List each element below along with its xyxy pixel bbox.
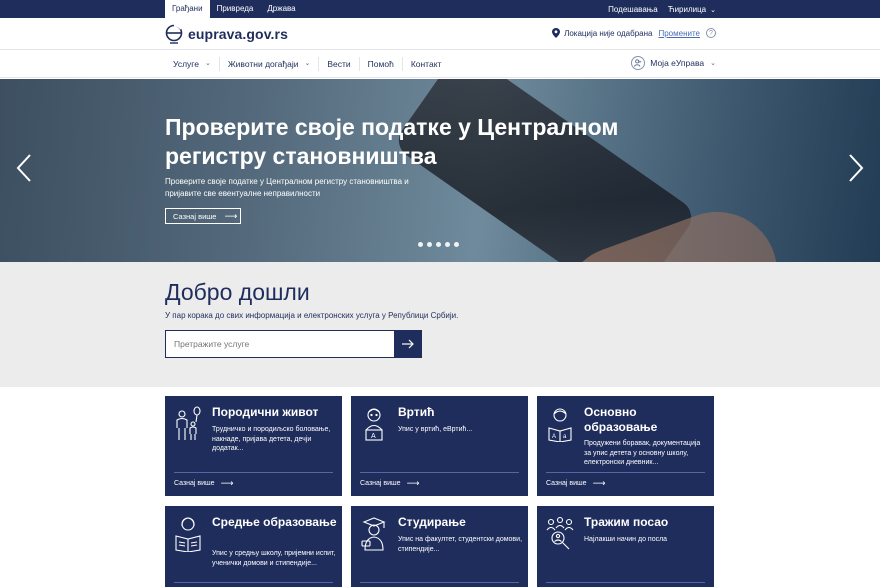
script-label: Ћирилица: [667, 4, 707, 14]
card-title: Средње образовање: [212, 515, 337, 529]
nav-item-contact[interactable]: Контакт: [403, 57, 450, 71]
card-divider: [174, 472, 333, 473]
carousel-dot[interactable]: [454, 242, 459, 247]
script-selector[interactable]: Ћирилица ⌄: [668, 5, 716, 14]
main-nav: Услуге ⌄ Животни догађаји ⌄ Вести Помоћ Ко…: [0, 50, 880, 78]
location-box: Локација није одабрана Промените ?: [552, 28, 716, 38]
carousel-prev-arrow-icon[interactable]: [14, 153, 34, 183]
card-family-life[interactable]: Породични живот Трудничко и породиљско б…: [165, 396, 342, 496]
chevron-down-icon: ⌄: [304, 60, 311, 67]
settings-link[interactable]: Подешавања: [608, 5, 658, 14]
nav-item-services[interactable]: Услуге ⌄: [165, 57, 220, 71]
location-text: Локација није одабрана: [564, 28, 653, 38]
hero-title: Проверите своје податке у Централном рег…: [165, 114, 619, 169]
card-divider: [174, 582, 333, 583]
card-title: Основно образовање: [584, 405, 658, 434]
link-label: Сазнај више: [174, 480, 215, 487]
nav-item-label: Контакт: [410, 59, 442, 69]
hero-learn-more-button[interactable]: Сазнај више ⟶: [165, 208, 241, 224]
card-kindergarten[interactable]: A Вртић Упис у вртић, еВртић... Сазнај в…: [351, 396, 528, 496]
welcome-subtitle: У пар корака до свих информација и елект…: [165, 311, 459, 320]
svg-text:A: A: [371, 433, 376, 440]
logo-text: euprava.gov.rs: [188, 26, 288, 42]
carousel-next-arrow-icon[interactable]: [846, 153, 866, 183]
job-search-icon: [546, 516, 574, 550]
card-university[interactable]: Студирање Упис на факултет, студентски д…: [351, 506, 528, 587]
nav-item-label: Помоћ: [367, 59, 394, 69]
account-label: Моја еУправа: [650, 58, 705, 68]
card-description: Упис у средњу школу, пријемни испит, уче…: [212, 550, 336, 567]
euprava-logo-icon: [165, 24, 183, 44]
card-divider: [360, 472, 519, 473]
site-header: euprava.gov.rs Локација није одабрана Пр…: [0, 18, 880, 50]
card-learn-more-link[interactable]: Сазнај више ⟶: [174, 478, 233, 489]
chevron-down-icon: ⌄: [710, 6, 716, 14]
nav-item-help[interactable]: Помоћ: [360, 57, 403, 71]
arrow-right-icon: ⟶: [592, 478, 606, 488]
tab-business[interactable]: Привреда: [210, 0, 261, 18]
card-primary-education[interactable]: Aa Основно образовање Продужени боравак,…: [537, 396, 714, 496]
carousel-dot[interactable]: [418, 242, 423, 247]
family-icon: [176, 406, 201, 440]
welcome-section: Добро дошли У пар корака до свих информа…: [0, 262, 880, 387]
kindergarten-icon: A: [365, 408, 383, 441]
carousel-dot[interactable]: [436, 242, 441, 247]
arrow-right-icon: ⟶: [406, 478, 420, 488]
arrow-right-icon: ⟶: [224, 210, 238, 221]
arrow-right-icon: ⟶: [220, 478, 234, 488]
user-avatar-icon: [631, 56, 646, 70]
nav-item-label: Животни догађаји: [227, 59, 299, 69]
svg-text:a: a: [563, 434, 567, 440]
help-icon[interactable]: ?: [706, 28, 716, 38]
tab-state[interactable]: Држава: [260, 0, 302, 18]
search-submit-button[interactable]: [394, 330, 422, 358]
card-description: Продужени боравак, документација за упис…: [584, 440, 701, 466]
graduate-icon: [361, 517, 386, 551]
chevron-down-icon: ⌄: [204, 60, 211, 67]
tab-citizens[interactable]: Грађани: [165, 0, 210, 18]
nav-item-label: Вести: [327, 59, 351, 69]
carousel-dot[interactable]: [427, 242, 432, 247]
card-job-search[interactable]: Тражим посао Најлакши начин до посла: [537, 506, 714, 587]
card-divider: [360, 582, 519, 583]
card-secondary-education[interactable]: Средње образовање Упис у средњу школу, п…: [165, 506, 342, 587]
chevron-down-icon: ⌄: [710, 60, 716, 67]
card-title: Породични живот: [212, 405, 319, 419]
svg-text:A: A: [552, 434, 556, 440]
nav-item-label: Услуге: [173, 59, 199, 69]
card-title: Студирање: [398, 515, 466, 529]
card-title: Вртић: [398, 405, 435, 419]
carousel-dots: [418, 242, 459, 247]
top-right-links: Подешавања Ћирилица ⌄: [608, 0, 716, 18]
card-description: Најлакши начин до посла: [584, 536, 668, 543]
nav-items: Услуге ⌄ Животни догађаји ⌄ Вести Помоћ Ко…: [165, 50, 449, 78]
card-learn-more-link[interactable]: Сазнај више ⟶: [360, 478, 419, 489]
link-label: Сазнај више: [546, 480, 587, 487]
card-description: Трудничко и породиљско боловање, накнаде…: [212, 426, 331, 452]
arrow-right-icon: [402, 339, 414, 349]
card-description: Упис на факултет, студентски домови, сти…: [398, 536, 523, 553]
top-bar: Грађани Привреда Држава Подешавања Ћирил…: [0, 0, 880, 18]
link-label: Сазнај више: [360, 480, 401, 487]
button-label: Сазнај више: [173, 211, 217, 221]
card-divider: [546, 472, 705, 473]
nav-item-news[interactable]: Вести: [319, 57, 360, 71]
audience-tabs: Грађани Привреда Држава: [165, 0, 303, 18]
card-description: Упис у вртић, еВртић...: [398, 426, 473, 433]
service-search-input[interactable]: [165, 330, 395, 358]
change-location-link[interactable]: Промените: [658, 29, 700, 38]
card-learn-more-link[interactable]: Сазнај више ⟶: [546, 478, 605, 489]
welcome-title: Добро дошли: [165, 279, 310, 305]
card-title: Тражим посао: [584, 515, 669, 529]
site-logo[interactable]: euprava.gov.rs: [165, 23, 288, 45]
secondary-school-icon: [175, 517, 201, 552]
my-account-menu[interactable]: Моја еУправа ⌄: [631, 56, 716, 70]
carousel-dot[interactable]: [445, 242, 450, 247]
nav-item-life-events[interactable]: Животни догађаји ⌄: [220, 57, 320, 71]
primary-school-icon: Aa: [548, 408, 572, 442]
hero-carousel: Проверите своје податке у Централном рег…: [0, 79, 880, 262]
card-divider: [546, 582, 705, 583]
location-pin-icon: [552, 28, 561, 38]
hero-text: Проверите своје податке у Централном рег…: [165, 177, 409, 198]
